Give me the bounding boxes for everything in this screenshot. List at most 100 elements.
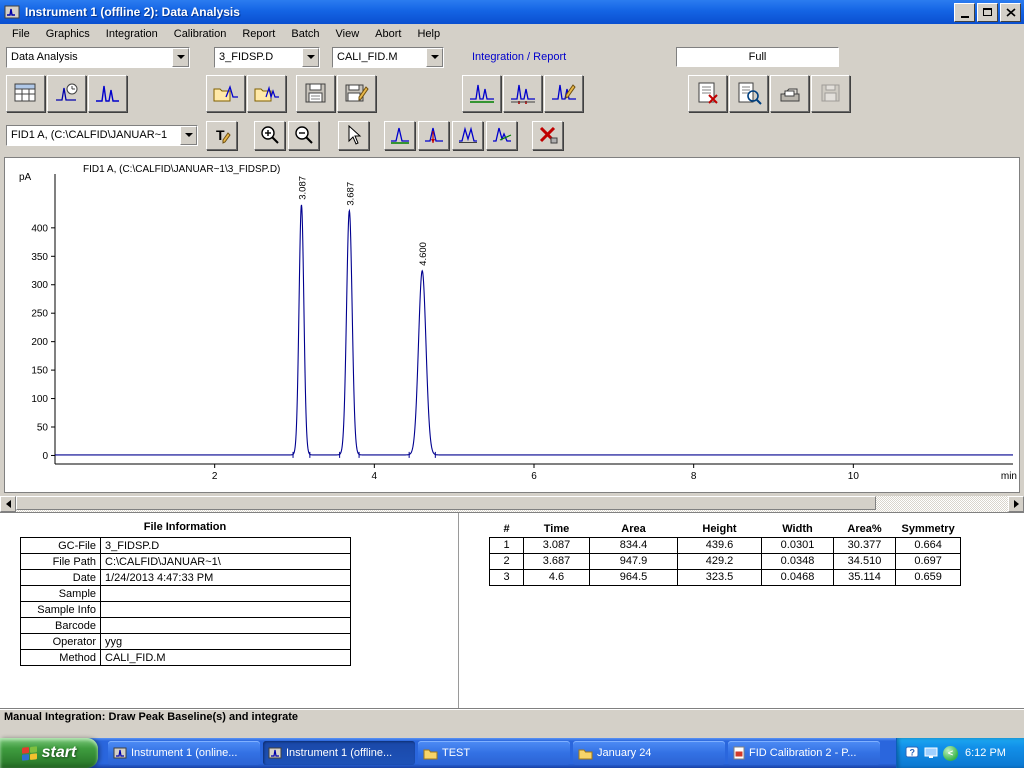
fi-label: Date <box>20 569 101 586</box>
help-tray-icon[interactable]: ? <box>905 746 919 760</box>
menu-integration[interactable]: Integration <box>98 26 166 43</box>
menu-file[interactable]: File <box>4 26 38 43</box>
data-file-combo[interactable]: 3_FIDSP.D <box>214 46 320 68</box>
drop-perpendicular-button[interactable] <box>418 120 449 150</box>
report-export-button[interactable] <box>688 74 727 112</box>
fi-value: yyg <box>100 633 351 650</box>
draw-baseline-icon <box>390 127 409 144</box>
results-panel: File Information GC-File 3_FIDSP.D File P… <box>0 512 1024 708</box>
chromatogram-button[interactable] <box>88 74 127 112</box>
task-instrument-online[interactable]: Instrument 1 (online... <box>108 741 260 765</box>
scroll-left-button[interactable] <box>0 496 16 512</box>
load-more-signals-button[interactable] <box>247 74 286 112</box>
file-information-table: GC-File 3_FIDSP.D File Path C:\CALFID\JANU… <box>20 537 351 666</box>
mode-combo-arrow[interactable] <box>172 47 189 67</box>
zoom-in-button[interactable] <box>254 120 285 150</box>
svg-text:4.600: 4.600 <box>418 242 429 266</box>
column-header: # <box>503 522 510 535</box>
delete-integration-icon <box>539 126 557 144</box>
save-method-icon <box>305 83 325 103</box>
delete-integration-button[interactable] <box>532 120 563 150</box>
cell: 834.4 <box>589 536 678 554</box>
auto-integrate-button[interactable] <box>503 74 542 112</box>
annotate-text-button[interactable]: T <box>206 120 237 150</box>
signal-combo-arrow[interactable] <box>180 125 197 145</box>
start-label: start <box>41 744 77 761</box>
method-combo-arrow[interactable] <box>426 47 443 67</box>
menu-calibration[interactable]: Calibration <box>166 26 235 43</box>
menu-abort[interactable]: Abort <box>367 26 409 43</box>
display-tray-icon[interactable] <box>924 747 938 759</box>
restore-button[interactable] <box>977 2 998 22</box>
manual-integration-events-button[interactable] <box>544 74 583 112</box>
column-header: Width <box>782 522 813 535</box>
print-report-button[interactable] <box>770 74 809 112</box>
signal-combo[interactable]: FID1 A, (C:\CALFID\JANUAR~1 <box>6 124 198 146</box>
task-label: Instrument 1 (offline... <box>286 747 393 759</box>
zoom-in-icon <box>260 126 279 144</box>
cell: 0.697 <box>894 552 962 570</box>
task-label: Instrument 1 (online... <box>131 747 238 759</box>
close-icon <box>1005 7 1016 17</box>
chromatogram-icon <box>95 85 119 102</box>
start-button[interactable]: start <box>0 738 98 768</box>
data-file-combo-arrow[interactable] <box>302 47 319 67</box>
close-button[interactable] <box>1000 2 1021 22</box>
fi-label: Method <box>20 649 101 666</box>
menu-batch[interactable]: Batch <box>283 26 327 43</box>
svg-text:350: 350 <box>31 252 48 263</box>
pointer-button[interactable] <box>338 120 369 150</box>
file-information-title: File Information <box>143 521 227 533</box>
method-combo[interactable]: CALI_FID.M <box>332 46 444 68</box>
menu-report[interactable]: Report <box>234 26 283 43</box>
svg-text:pA: pA <box>19 172 32 183</box>
valley-baseline-button[interactable] <box>452 120 483 150</box>
fi-label: Sample <box>20 585 101 602</box>
scrollbar-track[interactable] <box>16 496 1008 512</box>
save-method-button[interactable] <box>296 74 335 112</box>
column-header: Height <box>702 522 737 535</box>
signal-options-button[interactable] <box>47 74 86 112</box>
tangent-skim-button[interactable] <box>486 120 517 150</box>
fi-value <box>100 601 351 618</box>
table-row: File Path C:\CALFID\JANUAR~1\ <box>20 553 351 570</box>
task-fid-calibration-doc[interactable]: FID Calibration 2 - P... <box>728 741 880 765</box>
task-folder-test[interactable]: TEST <box>418 741 570 765</box>
svg-text:?: ? <box>910 748 916 758</box>
data-table-button[interactable] <box>6 74 45 112</box>
chromatogram-plot[interactable]: FID1 A, (C:\CALFID\JANUAR~1\3_FIDSP.D) pA… <box>5 158 1019 492</box>
cell: 0.0301 <box>761 536 834 554</box>
zoom-out-icon <box>294 126 313 144</box>
print-report-icon <box>780 88 799 102</box>
cell: 0.0348 <box>761 552 834 570</box>
minimize-button[interactable] <box>954 2 975 22</box>
load-signal-button[interactable] <box>206 74 245 112</box>
fi-label: Operator <box>20 633 101 650</box>
cell: 429.2 <box>677 552 762 570</box>
task-instrument-offline[interactable]: Instrument 1 (offline... <box>263 741 415 765</box>
scrollbar-thumb[interactable] <box>16 496 876 510</box>
menu-view[interactable]: View <box>328 26 368 43</box>
svg-text:200: 200 <box>31 337 48 348</box>
task-folder-january24[interactable]: January 24 <box>573 741 725 765</box>
table-row: 1 3.087 834.4 439.6 0.0301 30.377 0.664 <box>489 536 962 554</box>
view-combo[interactable]: Full <box>676 47 839 67</box>
chevron-down-icon <box>430 55 439 59</box>
cell: 3.687 <box>523 552 590 570</box>
mode-combo[interactable]: Data Analysis <box>6 46 190 68</box>
menu-help[interactable]: Help <box>409 26 448 43</box>
zoom-out-button[interactable] <box>288 120 319 150</box>
minimize-icon <box>960 15 969 18</box>
save-method-as-button[interactable] <box>337 74 376 112</box>
chevron-down-icon <box>176 55 185 59</box>
chevron-down-icon <box>184 133 193 137</box>
scroll-right-button[interactable] <box>1008 496 1024 512</box>
draw-baseline-button[interactable] <box>384 120 415 150</box>
cell: 4.6 <box>523 568 590 586</box>
report-preview-button[interactable] <box>729 74 768 112</box>
hide-icons-chevron[interactable]: < <box>943 745 958 761</box>
window-title: Instrument 1 (offline 2): Data Analysis <box>25 5 240 19</box>
menu-graphics[interactable]: Graphics <box>38 26 98 43</box>
integrate-button[interactable] <box>462 74 501 112</box>
status-bar: Manual Integration: Draw Peak Baseline(s… <box>0 708 1024 726</box>
